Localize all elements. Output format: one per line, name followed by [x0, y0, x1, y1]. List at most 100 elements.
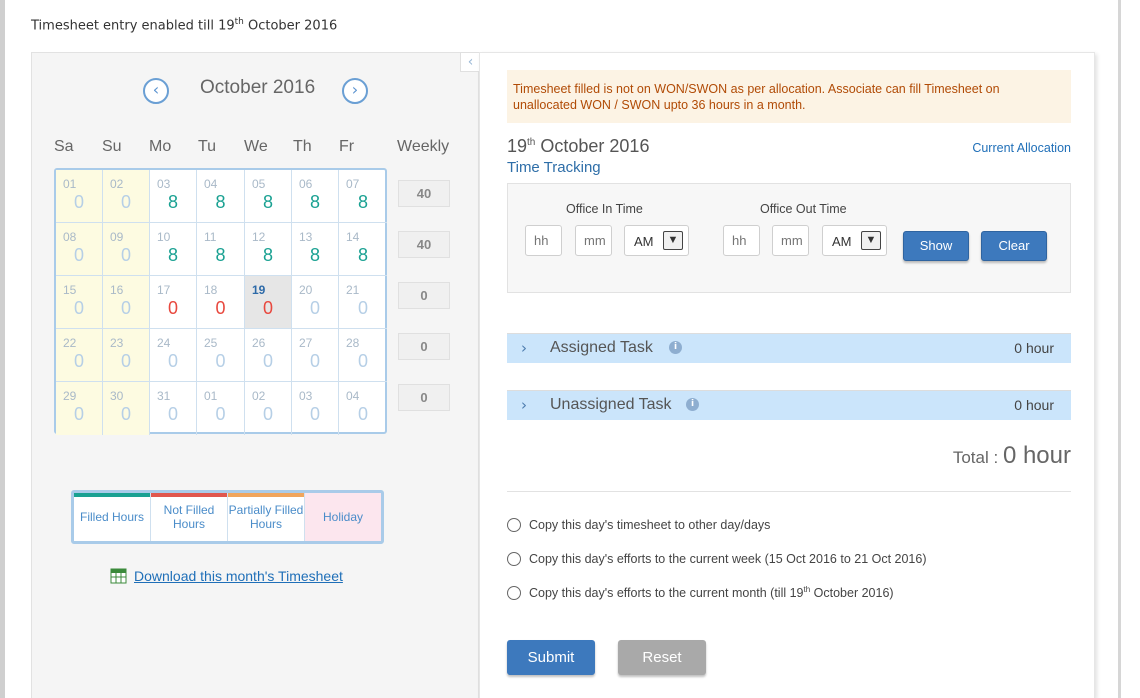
- radio-button[interactable]: [507, 552, 521, 566]
- legend-item: Holiday: [305, 493, 381, 541]
- office-in-ampm-select[interactable]: AM ▼: [624, 225, 689, 256]
- office-out-ampm-select[interactable]: AM ▼: [822, 225, 887, 256]
- day-number: 07: [346, 177, 360, 191]
- window-left-border: [0, 0, 5, 698]
- day-number: 17: [157, 283, 171, 297]
- prev-month-button[interactable]: ‹: [143, 78, 169, 104]
- calendar-day-cell[interactable]: 27 0: [292, 329, 339, 382]
- calendar-day-cell[interactable]: 13 8: [292, 223, 339, 276]
- current-allocation-link[interactable]: Current Allocation: [972, 141, 1071, 155]
- next-month-button[interactable]: ›: [342, 78, 368, 104]
- legend-color-bar: [74, 493, 150, 497]
- calendar-day-cell[interactable]: 09 0: [103, 223, 150, 276]
- day-hours: 0: [167, 298, 178, 318]
- timesheet-panel: Timesheet filled is not on WON/SWON as p…: [479, 52, 1095, 698]
- entry-note-suffix: October 2016: [243, 18, 338, 34]
- calendar-day-cell[interactable]: 08 0: [56, 223, 103, 276]
- office-in-minute-input[interactable]: [575, 225, 612, 256]
- office-out-hour-input[interactable]: [723, 225, 760, 256]
- calendar-day-cell[interactable]: 20 0: [292, 276, 339, 329]
- info-icon[interactable]: i: [686, 398, 699, 411]
- calendar-day-cell[interactable]: 26 0: [245, 329, 292, 382]
- window-right-border: [1118, 0, 1140, 698]
- copy-day-option[interactable]: Copy this day's timesheet to other day/d…: [507, 518, 770, 532]
- calendar-day-cell[interactable]: 23 0: [103, 329, 150, 382]
- info-icon[interactable]: i: [669, 341, 682, 354]
- day-number: 22: [63, 336, 77, 350]
- day-of-week-label: We: [244, 138, 268, 155]
- calendar-day-cell[interactable]: 11 8: [197, 223, 245, 276]
- office-in-ampm-value: AM: [634, 234, 654, 249]
- calendar-legend: Filled Hours Not Filled Hours Partially Fi…: [71, 490, 384, 544]
- date-day: 19: [507, 136, 528, 156]
- calendar-day-cell[interactable]: 10 8: [150, 223, 197, 276]
- calendar-day-cell[interactable]: 03 0: [292, 382, 339, 435]
- calendar-day-cell[interactable]: 24 0: [150, 329, 197, 382]
- reset-button[interactable]: Reset: [618, 640, 706, 675]
- day-hours: 8: [357, 192, 368, 212]
- download-timesheet-link[interactable]: Download this month's Timesheet: [134, 568, 343, 584]
- calendar-day-cell[interactable]: 02 0: [245, 382, 292, 435]
- assigned-task-section[interactable]: › Assigned Task i 0 hour: [507, 333, 1071, 363]
- day-hours: 0: [309, 351, 320, 371]
- calendar-day-cell[interactable]: 17 0: [150, 276, 197, 329]
- unassigned-task-section[interactable]: › Unassigned Task i 0 hour: [507, 390, 1071, 420]
- day-number: 01: [63, 177, 77, 191]
- day-hours: 0: [309, 298, 320, 318]
- calendar-day-cell[interactable]: 06 8: [292, 170, 339, 223]
- submit-button[interactable]: Submit: [507, 640, 595, 675]
- copy-week-option[interactable]: Copy this day's efforts to the current w…: [507, 552, 927, 566]
- weekly-total: 0: [398, 384, 450, 411]
- calendar-day-cell[interactable]: 15 0: [56, 276, 103, 329]
- copy-week-label: Copy this day's efforts to the current w…: [529, 552, 927, 566]
- chevron-left-icon: ‹: [152, 80, 160, 99]
- calendar-day-cell[interactable]: 01 0: [56, 170, 103, 223]
- weekly-total: 40: [398, 231, 450, 258]
- calendar-day-cell[interactable]: 04 8: [197, 170, 245, 223]
- calendar-day-cell[interactable]: 14 8: [339, 223, 387, 276]
- calendar-day-cell[interactable]: 21 0: [339, 276, 387, 329]
- day-hours: 0: [357, 404, 368, 424]
- calendar-day-cell[interactable]: 02 0: [103, 170, 150, 223]
- calendar-day-cell[interactable]: 03 8: [150, 170, 197, 223]
- show-button[interactable]: Show: [903, 231, 969, 261]
- calendar-day-cell[interactable]: 16 0: [103, 276, 150, 329]
- calendar-day-cell[interactable]: 31 0: [150, 382, 197, 435]
- day-number: 12: [252, 230, 266, 244]
- calendar-day-cell[interactable]: 12 8: [245, 223, 292, 276]
- radio-button[interactable]: [507, 518, 521, 532]
- day-number: 09: [110, 230, 124, 244]
- day-hours: 0: [73, 245, 84, 265]
- day-number: 30: [110, 389, 124, 403]
- divider: [507, 491, 1071, 492]
- calendar-day-cell[interactable]: 18 0: [197, 276, 245, 329]
- collapse-panel-toggle[interactable]: ‹: [460, 52, 480, 72]
- calendar-day-cell[interactable]: 07 8: [339, 170, 387, 223]
- calendar-day-cell[interactable]: 19 0: [245, 276, 292, 329]
- day-number: 02: [252, 389, 266, 403]
- calendar-day-cell[interactable]: 25 0: [197, 329, 245, 382]
- entry-enabled-note: Timesheet entry enabled till 19th Octobe…: [31, 17, 337, 33]
- calendar-day-cell[interactable]: 01 0: [197, 382, 245, 435]
- clear-button[interactable]: Clear: [981, 231, 1047, 261]
- calendar-day-cell[interactable]: 04 0: [339, 382, 387, 435]
- calendar-day-cell[interactable]: 30 0: [103, 382, 150, 435]
- day-number: 31: [157, 389, 171, 403]
- office-out-minute-input[interactable]: [772, 225, 809, 256]
- allocation-warning: Timesheet filled is not on WON/SWON as p…: [507, 70, 1071, 123]
- radio-button[interactable]: [507, 585, 521, 600]
- calendar-day-cell[interactable]: 05 8: [245, 170, 292, 223]
- day-hours: 0: [73, 298, 84, 318]
- office-time-box: Office In Time AM ▼ Office Out Time AM ▼…: [507, 183, 1071, 293]
- entry-note-sup: th: [234, 17, 244, 27]
- copy-month-option[interactable]: Copy this day's efforts to the current m…: [507, 585, 894, 600]
- office-in-hour-input[interactable]: [525, 225, 562, 256]
- calendar-day-cell[interactable]: 28 0: [339, 329, 387, 382]
- calendar-day-cell[interactable]: 29 0: [56, 382, 103, 435]
- download-timesheet[interactable]: Download this month's Timesheet: [110, 568, 343, 584]
- weekly-total: 0: [398, 282, 450, 309]
- day-number: 25: [204, 336, 218, 350]
- calendar-day-cell[interactable]: 22 0: [56, 329, 103, 382]
- calendar-grid: 01 0 02 0 03 8 04 8 05 8 06 8 07 8 08 0 09 0 10 8 11 8 12 8 13 8 1…: [54, 168, 387, 435]
- assigned-task-label: Assigned Task: [550, 339, 653, 356]
